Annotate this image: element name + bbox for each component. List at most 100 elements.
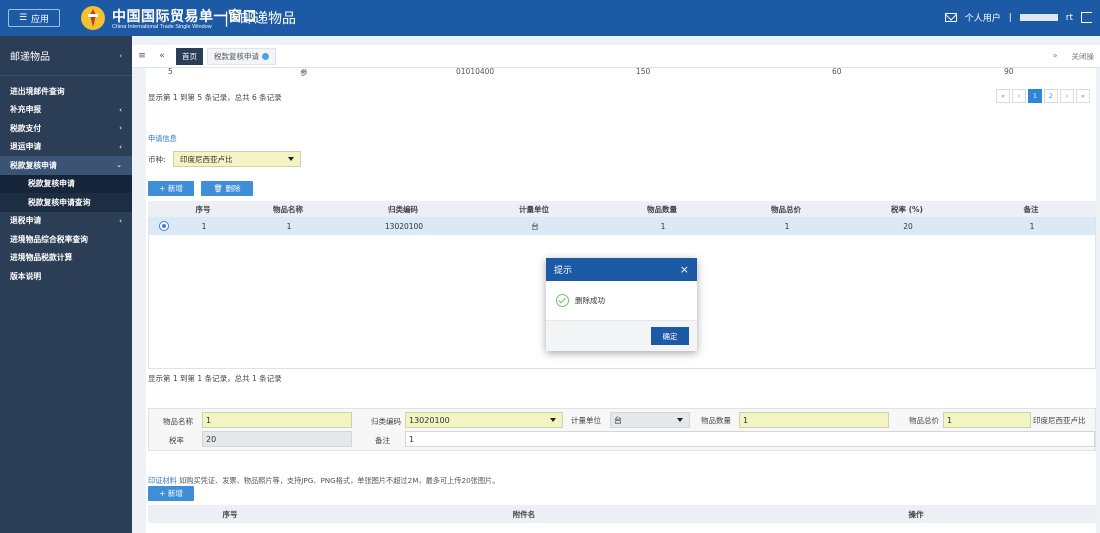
confirm-button[interactable]: 确定 xyxy=(651,327,689,345)
table-row[interactable]: 5 参 01010400 150 60 90 xyxy=(146,67,1096,78)
hamburger-icon[interactable]: ≡ xyxy=(132,51,152,61)
sidebar-item-rate-query[interactable]: 进境物品综合税率查询 xyxy=(0,230,132,249)
page-2-button[interactable]: 2 xyxy=(1044,89,1058,103)
quantity-input[interactable]: 1 xyxy=(739,412,889,428)
header-divider: | xyxy=(1008,12,1012,23)
sidebar-item-label: 进境物品综合税率查询 xyxy=(10,234,88,244)
scroll-left-icon[interactable]: « xyxy=(152,51,172,61)
cell: 90 xyxy=(1004,67,1014,76)
delete-item-button[interactable]: 🗑 删除 xyxy=(201,181,253,196)
brand-title: 中国国际贸易单一窗口 xyxy=(112,9,257,25)
sidebar-item-label: 税款复核申请查询 xyxy=(28,197,91,207)
page-next-button[interactable]: › xyxy=(1060,89,1074,103)
scroll-right-icon[interactable]: » xyxy=(1053,51,1058,62)
table-row[interactable]: 1 1 13020100 台 1 1 20 1 xyxy=(149,217,1095,235)
sidebar-item-tax-review[interactable]: 税款复核申请 ⌄ xyxy=(0,156,132,175)
chevron-left-icon: ‹ xyxy=(119,124,122,133)
dialog-footer: 确定 xyxy=(546,321,697,351)
quantity-label: 物品数量 xyxy=(701,416,731,425)
add-attachment-button[interactable]: + 新增 xyxy=(148,486,194,501)
column-header: 备注 xyxy=(1023,204,1039,214)
logout-icon[interactable] xyxy=(1081,12,1092,23)
column-header: 附件名 xyxy=(512,509,536,519)
cell: 150 xyxy=(636,67,651,76)
chevron-left-icon: ‹ xyxy=(119,216,122,225)
success-check-icon xyxy=(556,294,569,307)
cell: 参 xyxy=(300,68,308,77)
mail-icon[interactable] xyxy=(944,13,957,22)
sidebar-item-label: 版本说明 xyxy=(10,271,42,281)
brand-subtitle: China International Trade Single Window xyxy=(112,24,212,30)
remark-input[interactable]: 1 xyxy=(405,431,1095,447)
dialog-title: 提示 xyxy=(554,266,573,276)
top-pagination: « ‹ 1 2 › » xyxy=(996,89,1090,103)
attachments-grid-header: 序号 附件名 操作 xyxy=(148,505,1096,523)
total-price-input[interactable]: 1 xyxy=(943,412,1031,428)
alert-dialog: 提示 × 删除成功 确定 xyxy=(546,258,697,351)
attachments-label: 印证材料 xyxy=(148,476,177,485)
add-item-button[interactable]: + 新增 xyxy=(148,181,194,196)
close-tabs-button[interactable]: 关闭操 xyxy=(1072,51,1095,62)
sidebar-item-return[interactable]: 退运申请 ‹ xyxy=(0,138,132,157)
sidebar-item-tax-payment[interactable]: 税款支付 ‹ xyxy=(0,119,132,138)
item-name-label: 物品名称 xyxy=(163,417,193,426)
page-1-button[interactable]: 1 xyxy=(1028,89,1042,103)
app-menu-button[interactable]: ☰ 应用 xyxy=(8,9,60,27)
page-first-button[interactable]: « xyxy=(996,89,1010,103)
dropdown-arrow-icon xyxy=(677,418,683,422)
dialog-body: 删除成功 xyxy=(546,281,697,321)
sidebar-item-supplement[interactable]: 补充申报 ‹ xyxy=(0,101,132,120)
item-edit-form: 物品名称 1 归类编码 13020100 计量单位 台 物品数量 1 物品总价 … xyxy=(148,408,1096,451)
items-grid-header: 序号 物品名称 归类编码 计量单位 物品数量 物品总价 税率 (%) 备注 xyxy=(148,201,1096,217)
cell: 1 xyxy=(1029,221,1035,231)
tab-close-icon[interactable] xyxy=(262,52,269,60)
tab-tax-review[interactable]: 税款复核申请 xyxy=(207,47,276,65)
remark-label: 备注 xyxy=(375,436,390,445)
currency-select[interactable]: 印度尼西亚卢比 xyxy=(173,151,301,167)
cell: 5 xyxy=(168,67,173,76)
page-last-button[interactable]: » xyxy=(1076,89,1090,103)
page-prev-button[interactable]: ‹ xyxy=(1012,89,1026,103)
total-price-label: 物品总价 xyxy=(909,416,939,425)
sidebar-subitem-tax-review-query[interactable]: 税款复核申请查询 xyxy=(0,193,132,212)
item-name-input[interactable]: 1 xyxy=(202,412,352,428)
sidebar-item-label: 进出境邮件查询 xyxy=(10,86,65,96)
cell: 20 xyxy=(903,221,913,231)
sidebar-header[interactable]: 邮递物品 ‹ xyxy=(0,36,132,76)
collapse-chevron-icon[interactable]: ‹ xyxy=(119,52,122,60)
sidebar-item-label: 退税申请 xyxy=(10,216,42,226)
user-label[interactable]: 个人用户 xyxy=(965,11,1001,24)
column-header: 税率 (%) xyxy=(891,204,923,214)
sidebar-item-mail-query[interactable]: 进出境邮件查询 xyxy=(0,82,132,101)
tab-home[interactable]: 首页 xyxy=(176,47,203,65)
chevron-left-icon: ‹ xyxy=(119,142,122,151)
sidebar-item-label: 税款复核申请 xyxy=(10,160,57,170)
cell: 1 xyxy=(201,221,207,231)
close-icon[interactable]: × xyxy=(680,263,689,276)
column-header: 操作 xyxy=(908,509,924,519)
tab-bar: ≡ « 首页 税款复核申请 » 关闭操 xyxy=(132,45,1100,68)
brand-separator: | xyxy=(224,9,230,27)
sidebar-item-tax-refund[interactable]: 退税申请 ‹ xyxy=(0,212,132,231)
column-header: 物品总价 xyxy=(771,204,801,214)
hs-code-select[interactable]: 13020100 xyxy=(405,412,563,428)
unit-select[interactable]: 台 xyxy=(610,412,690,428)
cell: 1 xyxy=(784,221,790,231)
cell: 1 xyxy=(286,221,292,231)
tax-rate-label: 税率 xyxy=(169,436,184,445)
header-user-area: 个人用户 | rt xyxy=(944,11,1092,24)
column-header: 物品名称 xyxy=(273,204,303,214)
chevron-left-icon: ‹ xyxy=(119,105,122,114)
row-radio[interactable] xyxy=(160,222,168,230)
sidebar-item-version[interactable]: 版本说明 xyxy=(0,267,132,286)
username-suffix: rt xyxy=(1065,12,1073,23)
top-bar: ☰ 应用 中国国际贸易单一窗口 China International Trad… xyxy=(0,0,1100,36)
attachments-hint: 如购买凭证、发票、物品照片等，支持JPG、PNG格式，单张图片不超过2M，最多可… xyxy=(179,476,500,485)
apply-section-title: 申请信息 xyxy=(148,134,177,143)
column-header: 物品数量 xyxy=(647,204,677,214)
currency-suffix: 印度尼西亚卢比 xyxy=(1033,416,1086,425)
sidebar-subitem-tax-review-apply[interactable]: 税款复核申请 xyxy=(0,174,132,193)
sidebar-item-tax-calc[interactable]: 进境物品税款计算 xyxy=(0,249,132,268)
items-pager-info: 显示第 1 到第 1 条记录，总共 1 条记录 xyxy=(148,374,282,383)
cell: 1 xyxy=(660,221,666,231)
